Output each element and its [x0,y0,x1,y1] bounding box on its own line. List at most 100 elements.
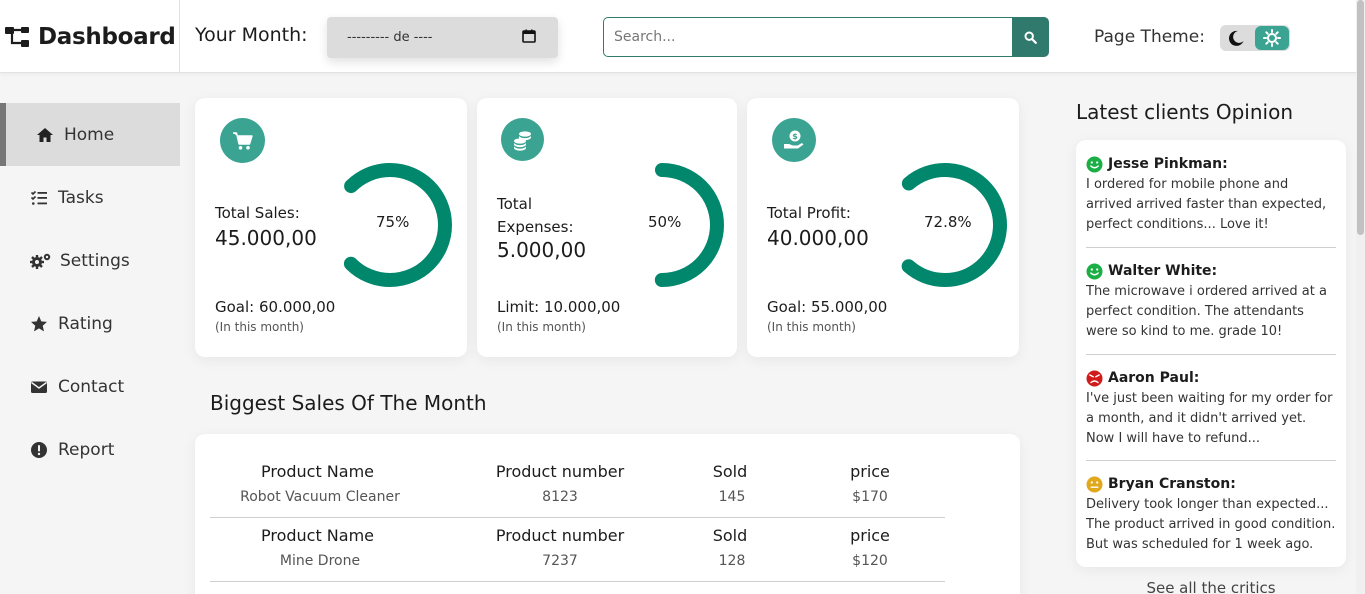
opinion-author: Jesse Pinkman: [1086,154,1336,174]
sidebar-item-settings[interactable]: Settings [0,229,180,292]
opinion-text: Delivery took longer than expected... Th… [1086,497,1336,552]
search-icon [1024,30,1037,44]
opinion-text: I've just been waiting for my order for … [1086,391,1333,446]
brand[interactable]: Dashboard [0,0,180,73]
opinion-item: Walter White: The microwave i ordered ar… [1086,261,1336,355]
col-header-name: Product Name [260,462,375,481]
neutral-face-icon [1086,476,1103,492]
calendar-icon[interactable] [522,29,536,43]
profit-card: $ Total Profit: 40.000,00 Goal: 55.000,0… [747,98,1019,357]
sidebar-item-label: Tasks [58,187,104,208]
home-icon [37,127,53,142]
angry-face-icon [1086,370,1103,386]
search-button[interactable] [1012,17,1049,57]
card-value: 5.000,00 [497,238,587,262]
card-goal: Limit: 10.000,00 [497,298,621,316]
top-header: Dashboard Your Month: --------- de ---- … [0,0,1365,73]
cell-product-number: 8123 [542,489,578,505]
sidebar-item-home[interactable]: Home [0,103,180,166]
cell-price: $170 [852,489,888,505]
opinion-item: Jesse Pinkman: I ordered for mobile phon… [1086,154,1336,248]
cell-product-name: Robot Vacuum Cleaner [240,489,400,505]
col-header-price: price [850,526,890,545]
card-value: 40.000,00 [767,226,869,250]
brand-title: Dashboard [38,23,176,50]
cart-icon [232,131,253,150]
scrollbar-thumb[interactable] [1357,0,1364,235]
opinion-author-name: Aaron Paul: [1108,370,1200,386]
opinion-text: The microwave i ordered arrived at a per… [1086,284,1327,339]
sales-table: Product Name Product number Sold price R… [195,434,1020,594]
opinion-author: Walter White: [1086,261,1336,281]
sun-icon [1263,29,1281,47]
card-subtitle: (In this month) [497,320,586,334]
sidebar-item-report[interactable]: Report [0,418,180,481]
table-row[interactable]: Product Name Product number Sold price R… [210,454,945,518]
happy-face-icon [1086,156,1103,172]
table-row[interactable]: Product Name Product number Sold price M… [210,518,945,582]
theme-toggle[interactable] [1220,25,1290,51]
col-header-price: price [850,462,890,481]
cell-product-number: 7237 [542,553,578,569]
search-input[interactable]: Search... [603,17,1013,57]
sales-card: Total Sales: 45.000,00 Goal: 60.000,00 (… [195,98,467,357]
sidebar-item-tasks[interactable]: Tasks [0,166,180,229]
star-icon [31,315,47,331]
opinion-author: Aaron Paul: [1086,368,1336,388]
col-header-name: Product Name [260,526,375,545]
opinion-author-name: Bryan Cranston: [1108,476,1236,492]
opinion-item: Aaron Paul: I've just been waiting for m… [1086,368,1336,461]
month-input-value: --------- de ---- [347,30,433,45]
sidebar-item-contact[interactable]: Contact [0,355,180,418]
col-header-number: Product number [495,526,625,545]
col-header-sold: Sold [712,462,748,481]
month-input[interactable]: --------- de ---- [327,17,558,58]
sales-percent-label: 75% [376,213,410,231]
opinions-title: Latest clients Opinion [1076,100,1294,124]
page-scrollbar[interactable] [1356,0,1365,594]
sidebar-item-label: Report [58,439,115,460]
cell-sold: 128 [718,553,746,569]
alert-icon [31,441,47,458]
section-title: Biggest Sales Of The Month [210,391,487,415]
col-header-sold: Sold [712,526,748,545]
opinion-author: Bryan Cranston: [1086,474,1336,494]
expenses-card: Total Expenses: 5.000,00 Limit: 10.000,0… [477,98,737,357]
settings-icon [30,253,51,269]
card-title: Total Sales: [215,204,300,222]
money-hand-icon: $ [784,130,804,149]
sun-button[interactable] [1255,26,1289,50]
envelope-icon [31,381,47,393]
sidebar-item-label: Home [64,124,115,145]
sidebar-item-label: Rating [58,313,113,334]
expenses-percent-label: 50% [648,213,682,231]
svg-text:$: $ [792,132,798,141]
sidebar-item-label: Contact [58,376,125,397]
theme-label: Page Theme: [1094,27,1205,47]
sidebar-item-rating[interactable]: Rating [0,292,180,355]
coins-icon-circle [501,118,544,161]
profit-percent-label: 72.8% [924,213,972,231]
card-value: 45.000,00 [215,226,317,250]
card-subtitle: (In this month) [215,320,304,334]
card-goal: Goal: 55.000,00 [767,298,888,316]
month-label: Your Month: [195,24,308,46]
sidebar-item-label: Settings [60,250,130,271]
sidebar: Home Tasks Settings Rating Contact Repor… [0,103,180,481]
card-title: Total Expenses: [497,195,574,236]
opinions-card: Jesse Pinkman: I ordered for mobile phon… [1076,140,1346,567]
coins-icon [513,130,531,151]
opinion-author-name: Jesse Pinkman: [1108,156,1228,172]
tasks-icon [30,190,47,205]
see-all-critics-link[interactable]: See all the critics [1076,579,1346,594]
search-placeholder: Search... [614,29,676,45]
cell-price: $120 [852,553,888,569]
card-goal: Goal: 60.000,00 [215,298,336,316]
moon-icon[interactable] [1227,29,1245,47]
card-subtitle: (In this month) [767,320,856,334]
money-hand-icon-circle: $ [772,118,816,162]
card-title: Total Profit: [767,204,851,222]
cart-icon-circle [220,118,265,163]
cell-sold: 145 [718,489,746,505]
opinion-item: Bryan Cranston: Delivery took longer tha… [1086,474,1336,560]
